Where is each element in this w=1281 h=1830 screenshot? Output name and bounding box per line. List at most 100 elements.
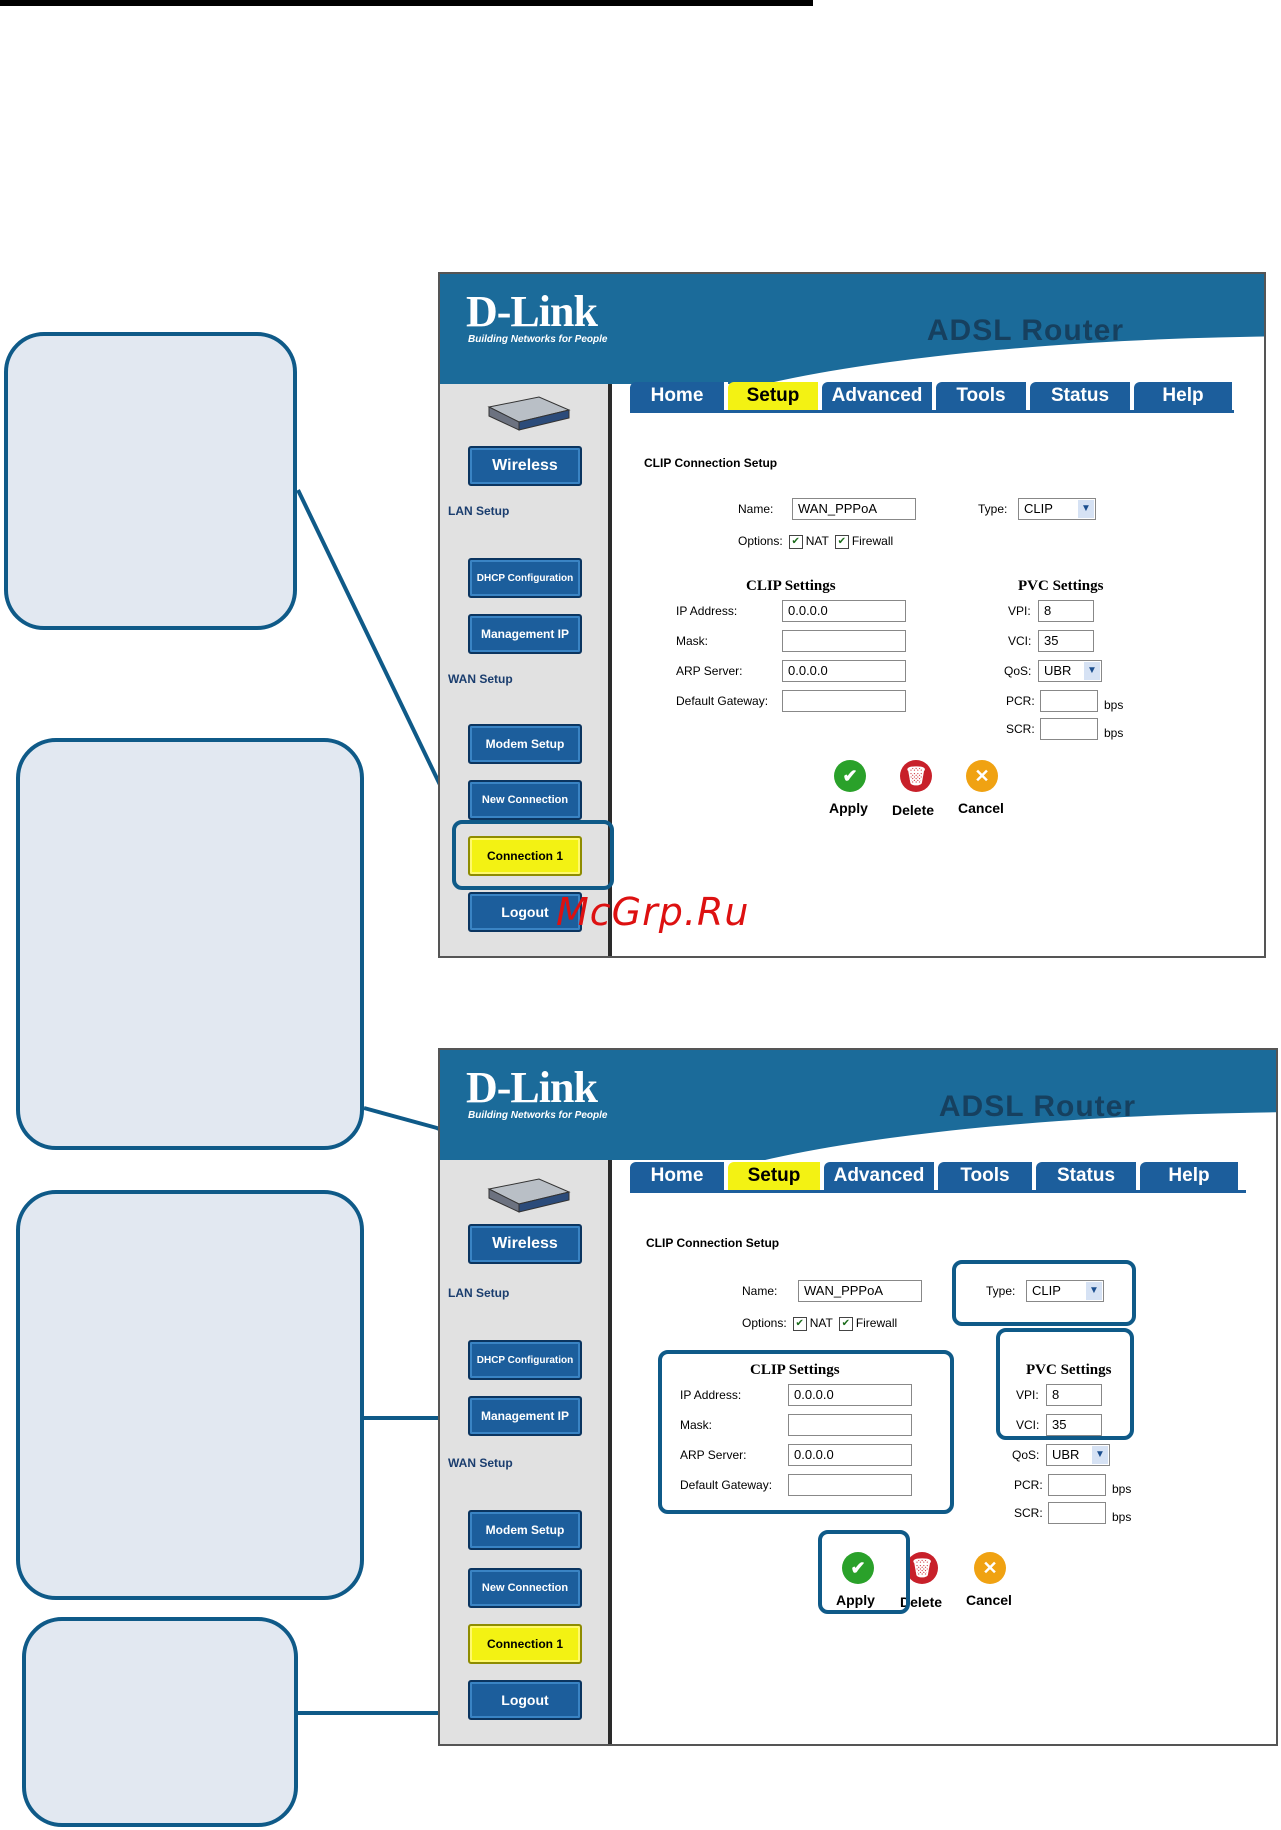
name-input[interactable]: WAN_PPPoA [798,1280,922,1302]
router-device-icon [487,1178,571,1213]
callout-box-4 [22,1617,298,1827]
clip-settings-title: CLIP Settings [746,578,836,594]
qos-select-value: UBR [1052,1447,1080,1462]
tab-status[interactable]: Status [1030,382,1134,410]
tab-tools[interactable]: Tools [936,382,1030,410]
gateway-label: Default Gateway: [676,694,769,708]
ip-label: IP Address: [676,604,738,618]
scr-unit: bps [1104,726,1124,740]
nav-connection1-button[interactable]: Connection 1 [468,1624,582,1664]
name-label: Name: [738,502,774,516]
lan-setup-label: LAN Setup [448,504,510,518]
pcr-unit: bps [1104,698,1124,712]
vci-input[interactable]: 35 [1038,630,1094,652]
name-input[interactable]: WAN_PPPoA [792,498,916,520]
tab-status[interactable]: Status [1036,1162,1140,1190]
qos-label: QoS: [1012,1448,1040,1462]
cancel-x-icon[interactable]: ✕ [974,1552,1006,1584]
firewall-checkbox[interactable]: ✔ [834,534,849,549]
nat-checkbox[interactable]: ✔ [788,534,803,549]
apply-label[interactable]: Apply [829,800,868,816]
dlink-tagline: Building Networks for People [468,334,608,345]
chevron-down-icon: ▼ [1078,500,1094,518]
tab-setup[interactable]: Setup [728,1162,824,1190]
options-row: Options: ✔ NAT ✔ Firewall [738,534,893,549]
tab-help[interactable]: Help [1134,382,1236,410]
nav-modem-setup-button[interactable]: Modem Setup [468,1510,582,1550]
qos-select[interactable]: UBR ▼ [1046,1444,1110,1466]
type-select[interactable]: CLIP ▼ [1018,498,1096,520]
options-label: Options: [742,1316,787,1330]
nav-new-connection-button[interactable]: New Connection [468,1568,582,1608]
apply-check-icon[interactable]: ✔ [834,760,866,792]
nav-modem-setup-button[interactable]: Modem Setup [468,724,582,764]
pcr-label: PCR: [1006,694,1035,708]
product-title: ADSL Router [926,314,1124,347]
firewall-checkbox[interactable]: ✔ [838,1316,853,1331]
delete-label[interactable]: Delete [892,802,934,818]
ip-input[interactable]: 0.0.0.0 [782,600,906,622]
nav-wireless-button[interactable]: Wireless [468,1224,582,1264]
scr-input[interactable] [1040,718,1098,740]
scr-label: SCR: [1006,722,1035,736]
tab-underline [630,1190,1246,1193]
options-label: Options: [738,534,783,548]
lan-setup-label: LAN Setup [448,1286,510,1300]
tab-advanced[interactable]: Advanced [822,382,936,410]
dlink-logo: D-Link [466,1063,598,1112]
tab-setup[interactable]: Setup [728,382,822,410]
cancel-label[interactable]: Cancel [958,800,1004,816]
tab-home[interactable]: Home [630,1162,728,1190]
wan-setup-label: WAN Setup [448,672,513,686]
vpi-label: VPI: [1008,604,1031,618]
pcr-unit: bps [1112,1482,1132,1496]
qos-label: QoS: [1004,664,1032,678]
mask-label: Mask: [676,634,709,648]
cancel-label[interactable]: Cancel [966,1592,1012,1608]
main-tabs: Home Setup Advanced Tools Status Help [630,382,1236,410]
vpi-input[interactable]: 8 [1038,600,1094,622]
section-title: CLIP Connection Setup [644,456,778,470]
chevron-down-icon: ▼ [1084,662,1100,680]
nat-label: NAT [809,1316,833,1330]
tab-home[interactable]: Home [630,382,728,410]
nav-new-connection-button[interactable]: New Connection [468,780,582,820]
type-select-value: CLIP [1024,501,1053,516]
scr-input[interactable] [1048,1502,1106,1524]
highlight-connection1 [452,820,614,890]
type-label: Type: [978,502,1008,516]
nav-dhcp-button[interactable]: DHCP Configuration [468,558,582,598]
chevron-down-icon: ▼ [1092,1446,1108,1464]
callout-box-3 [16,1190,364,1600]
nav-management-ip-button[interactable]: Management IP [468,1396,582,1436]
cancel-x-icon[interactable]: ✕ [966,760,998,792]
vci-label: VCI: [1008,634,1032,648]
delete-trash-icon[interactable]: 🗑 [900,760,932,792]
name-label: Name: [742,1284,778,1298]
scr-unit: bps [1112,1510,1132,1524]
scr-label: SCR: [1014,1506,1043,1520]
delete-trash-icon[interactable]: 🗑 [906,1552,938,1584]
nav-dhcp-button[interactable]: DHCP Configuration [468,1340,582,1380]
nav-management-ip-button[interactable]: Management IP [468,614,582,654]
arp-input[interactable]: 0.0.0.0 [782,660,906,682]
tab-tools[interactable]: Tools [938,1162,1036,1190]
tab-advanced[interactable]: Advanced [824,1162,938,1190]
pcr-input[interactable] [1040,690,1098,712]
router-device-icon [487,396,571,431]
nat-checkbox[interactable]: ✔ [792,1316,807,1331]
wan-setup-label: WAN Setup [448,1456,513,1470]
tab-help[interactable]: Help [1140,1162,1242,1190]
nav-logout-button[interactable]: Logout [468,1680,582,1720]
qos-select[interactable]: UBR ▼ [1038,660,1102,682]
highlight-apply [818,1530,910,1614]
nav-wireless-button[interactable]: Wireless [468,446,582,486]
section-title: CLIP Connection Setup [646,1236,780,1250]
highlight-type [952,1260,1136,1326]
highlight-clip-settings [658,1350,954,1514]
top-rule [0,0,813,6]
gateway-input[interactable] [782,690,906,712]
mask-input[interactable] [782,630,906,652]
pcr-input[interactable] [1048,1474,1106,1496]
dlink-tagline: Building Networks for People [468,1110,608,1121]
